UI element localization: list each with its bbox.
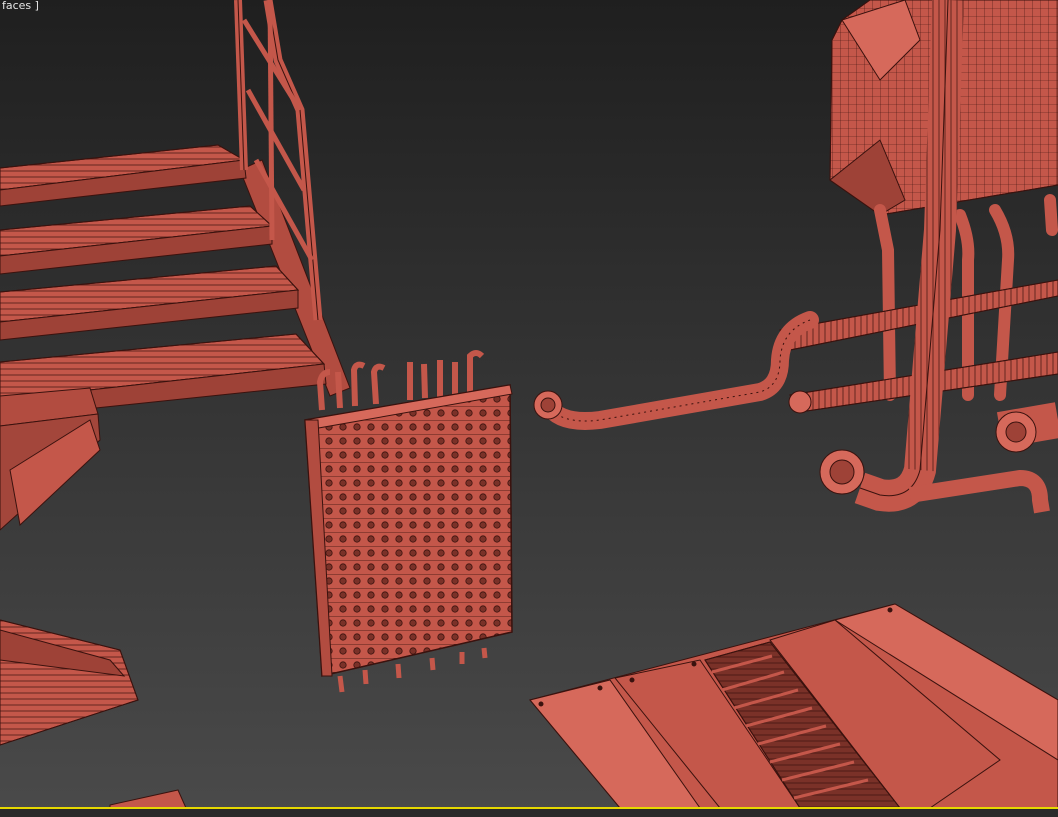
vertical-grate-panel — [304, 350, 513, 693]
3d-viewport[interactable]: faces ] — [0, 0, 1058, 817]
pipe-machinery-cluster — [533, 0, 1058, 514]
support-beam — [0, 619, 187, 809]
viewport-bottom-strip — [0, 809, 1058, 817]
scene-render — [0, 0, 1058, 809]
stair-step — [0, 265, 300, 341]
staircase-with-handrail — [0, 0, 351, 531]
stair-step — [0, 205, 274, 275]
floor-vent-panel — [529, 603, 1058, 809]
stair-step — [0, 144, 247, 207]
viewport-label[interactable]: faces ] — [0, 0, 41, 12]
